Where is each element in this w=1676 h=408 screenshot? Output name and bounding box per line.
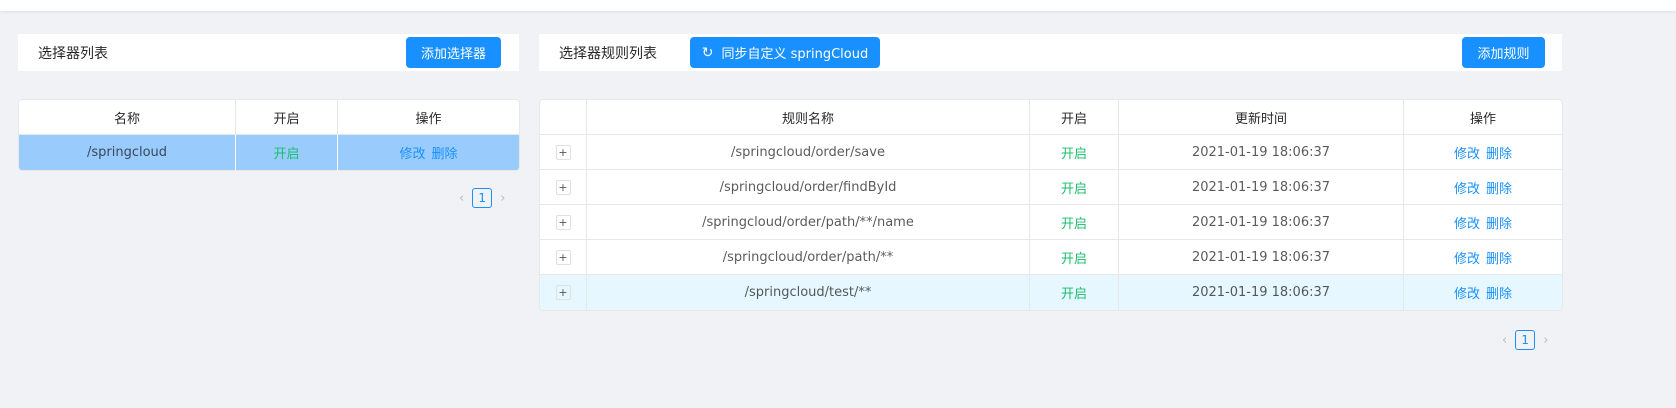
rule-name: /springcloud/test/**	[587, 275, 1030, 310]
next-page-icon[interactable]: ›	[1543, 333, 1548, 348]
edit-link[interactable]: 修改	[1454, 143, 1480, 162]
column-header: 规则名称	[587, 100, 1030, 134]
table-row[interactable]: + /springcloud/order/path/** 开启 2021-01-…	[540, 240, 1562, 275]
table-row[interactable]: /springcloud 开启 修改 删除	[19, 135, 519, 170]
selector-list-header: 选择器列表 添加选择器	[18, 34, 519, 71]
sync-springcloud-button[interactable]: ↻ 同步自定义 springCloud	[690, 37, 880, 68]
page-1[interactable]: 1	[1515, 330, 1536, 350]
column-header: 开启	[236, 100, 338, 134]
delete-link[interactable]: 删除	[1486, 143, 1512, 162]
enabled-status: 开启	[1030, 240, 1119, 274]
enabled-status: 开启	[1030, 170, 1119, 204]
prev-page-icon[interactable]: ‹	[1502, 333, 1507, 348]
update-time: 2021-01-19 18:06:37	[1119, 170, 1404, 204]
rule-name: /springcloud/order/path/**/name	[587, 205, 1030, 239]
sync-icon: ↻	[701, 44, 714, 61]
rule-list-title: 选择器规则列表	[559, 45, 657, 62]
expand-row-icon[interactable]: +	[555, 144, 571, 160]
sync-label: 同步自定义 springCloud	[721, 47, 869, 62]
column-header: 操作	[1469, 111, 1496, 127]
selector-table: 名称 开启 操作 /springcloud 开启 修改 删除	[18, 99, 520, 171]
prev-page-icon[interactable]: ‹	[459, 191, 464, 206]
next-page-icon[interactable]: ›	[500, 191, 505, 206]
selector-list-title: 选择器列表	[38, 45, 108, 62]
rule-name: /springcloud/order/findById	[587, 170, 1030, 204]
add-selector-button[interactable]: 添加选择器	[406, 37, 501, 68]
delete-link[interactable]: 删除	[1486, 213, 1512, 232]
expand-row-icon[interactable]: +	[555, 179, 571, 195]
rule-table: 规则名称 开启 更新时间 操作 + /springcloud/order/sav…	[539, 99, 1563, 311]
edit-link[interactable]: 修改	[1454, 213, 1480, 232]
enabled-status: 开启	[1030, 205, 1119, 239]
column-header: 开启	[1030, 100, 1119, 134]
update-time: 2021-01-19 18:06:37	[1119, 275, 1404, 310]
column-header: 更新时间	[1119, 100, 1404, 134]
expand-row-icon[interactable]: +	[555, 249, 571, 265]
edit-link[interactable]: 修改	[1454, 283, 1480, 302]
update-time: 2021-01-19 18:06:37	[1119, 205, 1404, 239]
delete-link[interactable]: 删除	[1486, 178, 1512, 197]
expand-row-icon[interactable]: +	[555, 214, 571, 230]
delete-link[interactable]: 删除	[1486, 283, 1512, 302]
enabled-status: 开启	[1030, 135, 1119, 169]
table-row[interactable]: + /springcloud/order/path/**/name 开启 202…	[540, 205, 1562, 240]
edit-link[interactable]: 修改	[1454, 178, 1480, 197]
selector-name: /springcloud	[19, 135, 236, 170]
rule-name: /springcloud/order/path/**	[587, 240, 1030, 274]
column-header: 操作	[415, 111, 442, 127]
table-row[interactable]: + /springcloud/order/save 开启 2021-01-19 …	[540, 135, 1562, 170]
table-row[interactable]: + /springcloud/test/** 开启 2021-01-19 18:…	[540, 275, 1562, 310]
rule-name: /springcloud/order/save	[587, 135, 1030, 169]
update-time: 2021-01-19 18:06:37	[1119, 135, 1404, 169]
rule-pagination: ‹ 1 ›	[1502, 330, 1548, 350]
enabled-status: 开启	[1030, 275, 1119, 310]
edit-link[interactable]: 修改	[399, 143, 425, 162]
edit-link[interactable]: 修改	[1454, 248, 1480, 267]
update-time: 2021-01-19 18:06:37	[1119, 240, 1404, 274]
delete-link[interactable]: 删除	[1486, 248, 1512, 267]
column-header	[540, 100, 587, 134]
expand-row-icon[interactable]: +	[555, 285, 571, 300]
enabled-status: 开启	[236, 135, 338, 170]
selector-pagination: ‹ 1 ›	[459, 188, 505, 208]
rule-list-header: 选择器规则列表 ↻ 同步自定义 springCloud 添加规则	[539, 34, 1562, 71]
table-row[interactable]: + /springcloud/order/findById 开启 2021-01…	[540, 170, 1562, 205]
delete-link[interactable]: 删除	[432, 143, 458, 162]
table-header: 名称 开启 操作	[19, 100, 519, 135]
add-rule-button[interactable]: 添加规则	[1462, 37, 1545, 68]
top-bar	[0, 0, 1676, 11]
column-header: 名称	[19, 100, 236, 134]
page-1[interactable]: 1	[472, 188, 493, 208]
table-header: 规则名称 开启 更新时间 操作	[540, 100, 1562, 135]
